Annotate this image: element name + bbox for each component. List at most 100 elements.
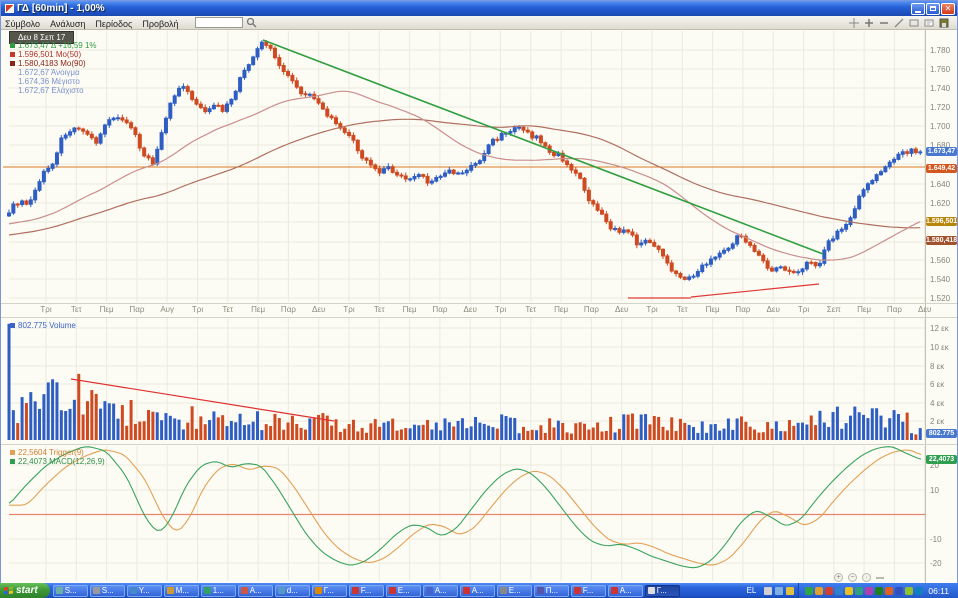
taskbar-button[interactable]: d... [275, 585, 310, 597]
y-axis-label: 1.620 [930, 199, 950, 208]
tray-icon[interactable] [855, 587, 863, 595]
close-button[interactable]: ✕ [941, 3, 955, 15]
taskbar-button-label: A... [472, 586, 484, 595]
y-axis-label: -10 [930, 535, 942, 544]
taskbar-button[interactable]: M... [164, 585, 199, 597]
taskbar-button[interactable]: Γ... [312, 585, 347, 597]
trendline-icon[interactable] [894, 18, 904, 28]
taskbar-button[interactable]: A... [608, 585, 643, 597]
quick-launch-icon[interactable] [786, 587, 794, 595]
x-axis-label: Τετ [677, 305, 688, 314]
task-app-icon [611, 587, 618, 594]
save-icon[interactable] [939, 18, 949, 28]
macd-legend-swatch [10, 459, 15, 464]
x-axis-label: Τρι [343, 305, 354, 314]
tray-icon[interactable] [835, 587, 843, 595]
y-axis-label: 4 εκ [930, 399, 944, 408]
text-note-icon[interactable] [924, 18, 934, 28]
taskbar-button[interactable]: F... [571, 585, 606, 597]
taskbar-button[interactable]: S... [53, 585, 88, 597]
windows-flag-icon [4, 587, 13, 595]
x-axis-label: Παρ [432, 305, 447, 314]
y-axis-label: 1.740 [930, 84, 950, 93]
price-legend-text: 1.672,67 Άνοιγμα [18, 68, 80, 77]
quick-launch-icon[interactable] [775, 587, 783, 595]
macd-legend-row: 22,5604 Trigger(9) [10, 448, 105, 457]
y-axis-label: 2 εκ [930, 417, 944, 426]
tray-icon[interactable] [875, 587, 883, 595]
task-app-icon [56, 587, 63, 594]
x-axis-label: Παρ [584, 305, 599, 314]
taskbar-button[interactable]: A... [423, 585, 458, 597]
x-axis-label: Παρ [281, 305, 296, 314]
task-app-icon [463, 587, 470, 594]
price-legend-text: 1.674,36 Μέγιστο [18, 77, 80, 86]
menu-item-Σύμβολο[interactable]: Σύμβολο [5, 19, 40, 29]
chart-zoom-out-button[interactable]: − [848, 573, 857, 582]
price-legend-row: 1.672,67 Άνοιγμα [10, 68, 97, 77]
taskbar-button-label: A... [620, 586, 632, 595]
tray-icon[interactable] [815, 587, 823, 595]
taskbar: start S... S... Y... M... 1... A... d... Γ... F.… [0, 583, 958, 598]
tray-icon[interactable] [915, 587, 923, 595]
quick-launch-icon[interactable] [764, 587, 772, 595]
language-indicator[interactable]: EL [743, 586, 761, 595]
tray-icon[interactable] [895, 587, 903, 595]
x-axis-label: Τρι [798, 305, 809, 314]
maximize-button[interactable] [926, 3, 940, 15]
taskbar-button[interactable]: Γ... [645, 585, 680, 597]
chart-zoom-in-button[interactable]: + [834, 573, 843, 582]
panel-separator [1, 317, 957, 318]
taskbar-button-label: M... [176, 586, 189, 595]
search-icon[interactable] [246, 17, 257, 28]
symbol-input[interactable] [195, 17, 243, 28]
taskbar-button[interactable]: Y... [127, 585, 162, 597]
taskbar-button[interactable]: F... [349, 585, 384, 597]
crosshair-icon[interactable] [849, 18, 859, 28]
minimize-button[interactable] [911, 3, 925, 15]
taskbar-button-label: Γ... [324, 586, 334, 595]
chart-area[interactable]: Δευ 8 Σεπ 17 1.673,47 Δ +16,59 1%1.596,5… [1, 30, 957, 583]
x-axis-label: Τρι [40, 305, 51, 314]
taskbar-button[interactable]: Π... [534, 585, 569, 597]
x-axis-label: Τετ [222, 305, 233, 314]
desktop: ΓΔ [60min] - 1,00% ✕ ΣύμβολοΑνάλυσηΠερίο… [0, 0, 958, 598]
menu-item-Περίοδος[interactable]: Περίοδος [95, 19, 132, 29]
taskbar-button[interactable]: A... [460, 585, 495, 597]
price-legend-row: 1.672,67 Ελάχιστο [10, 86, 97, 95]
y-axis-label: 1.720 [930, 103, 950, 112]
taskbar-button[interactable]: S... [90, 585, 125, 597]
taskbar-button[interactable]: 1... [201, 585, 236, 597]
taskbar-button-label: A... [250, 586, 262, 595]
zoom-out-icon[interactable] [879, 18, 889, 28]
price-legend-text: 1.596,501 Μο(50) [18, 50, 81, 59]
taskbar-button-label: F... [583, 586, 594, 595]
tray-icon[interactable] [905, 587, 913, 595]
x-axis-label: Πεμ [100, 305, 114, 314]
task-app-icon [537, 587, 544, 594]
rectangle-icon[interactable] [909, 18, 919, 28]
start-button[interactable]: start [0, 583, 50, 598]
tray-icon[interactable] [865, 587, 873, 595]
x-axis-label: Πεμ [706, 305, 720, 314]
tray-icon[interactable] [885, 587, 893, 595]
taskbar-button[interactable]: A... [238, 585, 273, 597]
menu-item-Ανάλυση[interactable]: Ανάλυση [50, 19, 85, 29]
task-app-icon [500, 587, 507, 594]
tray-icon[interactable] [805, 587, 813, 595]
y-axis-label: 10 εκ [930, 343, 949, 352]
taskbar-button-label: S... [102, 586, 114, 595]
price-legend-text: 1.673,47 Δ +16,59 1% [18, 41, 97, 50]
zoom-in-icon[interactable] [864, 18, 874, 28]
task-app-icon [389, 587, 396, 594]
start-label: start [16, 585, 38, 596]
taskbar-button[interactable]: E... [386, 585, 421, 597]
taskbar-button[interactable]: E... [497, 585, 532, 597]
chart-options-button[interactable]: · [862, 573, 871, 582]
x-axis-label: Πεμ [251, 305, 265, 314]
x-axis-label: Δευ [767, 305, 780, 314]
tray-icon[interactable] [825, 587, 833, 595]
tray-icon[interactable] [845, 587, 853, 595]
menu-item-Προβολή[interactable]: Προβολή [142, 19, 178, 29]
y-axis-label: 12 εκ [930, 324, 949, 333]
